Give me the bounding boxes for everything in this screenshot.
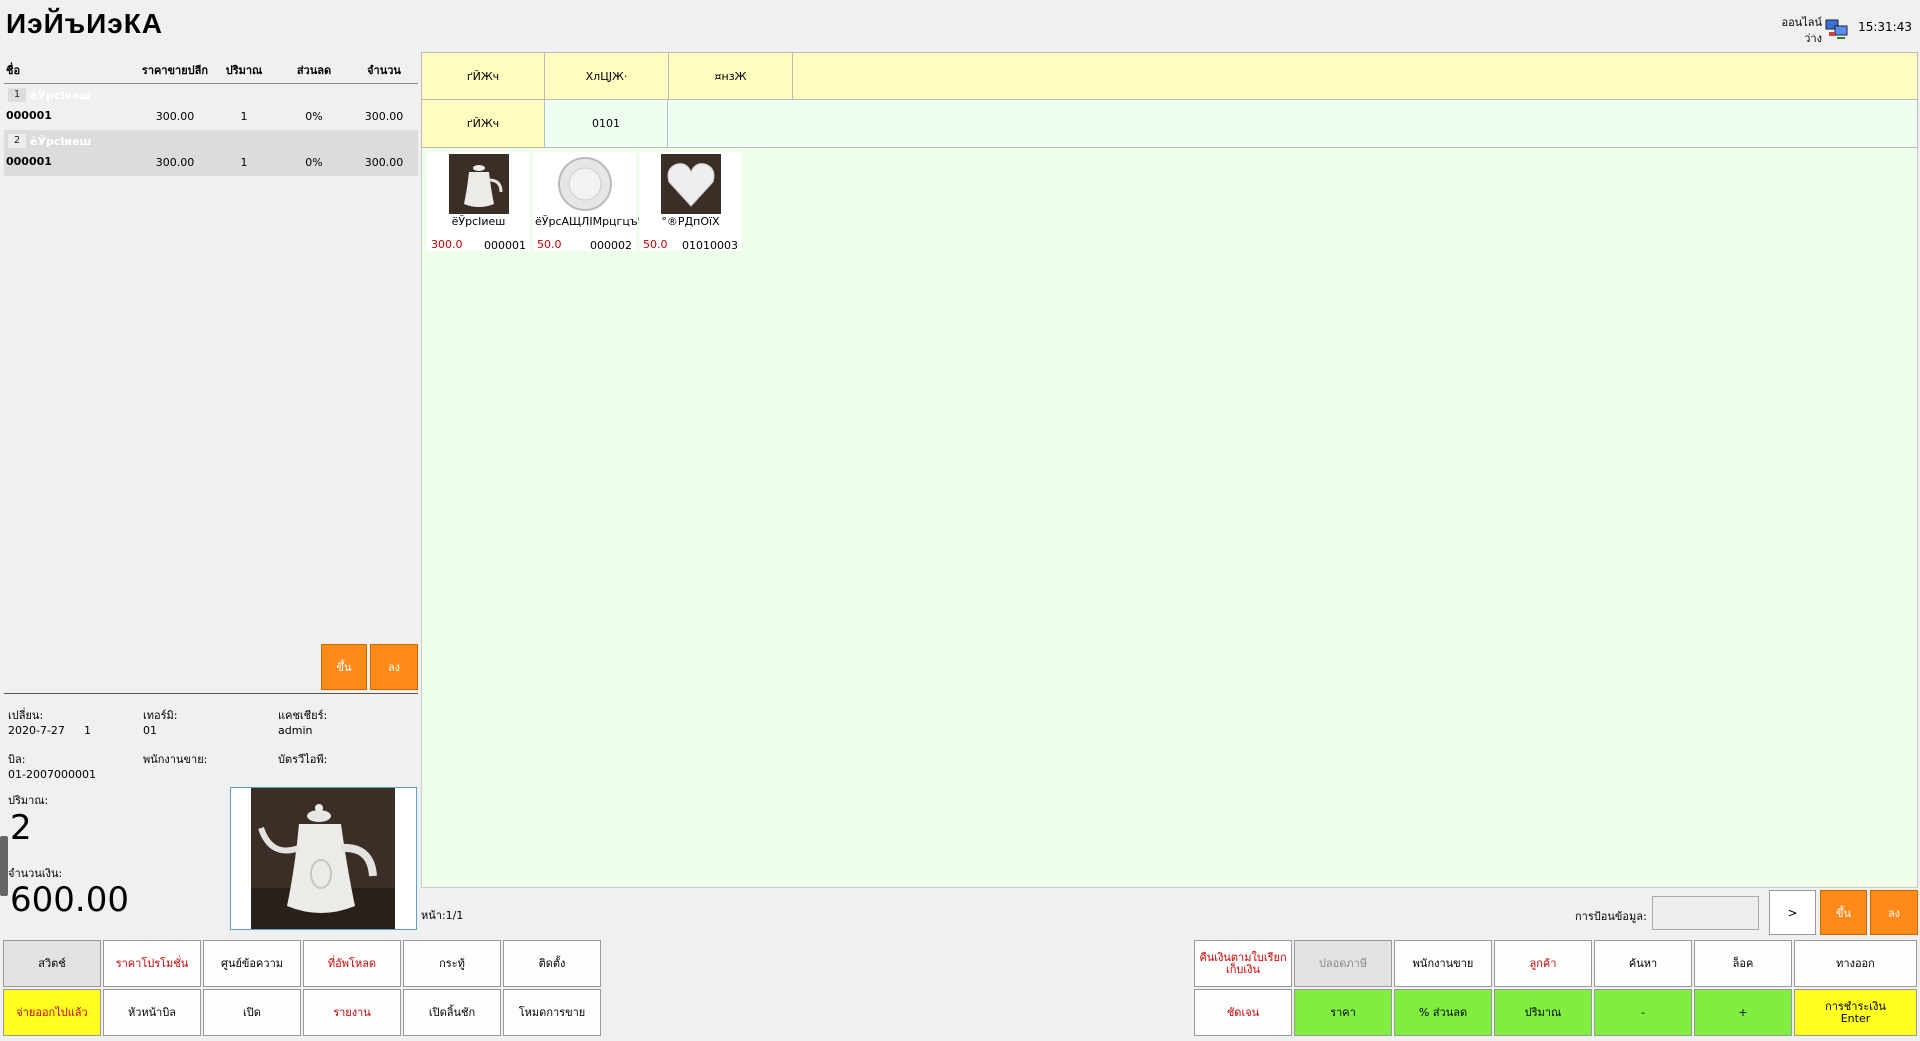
terminal-label: เทอร์มิ: <box>143 709 178 722</box>
quantity-total: 2 <box>10 808 32 848</box>
row-qty: 1 <box>240 110 248 123</box>
divider <box>4 693 418 694</box>
page-indicator: หน้า:1/1 <box>421 909 464 922</box>
product-name: °®РДпОїХ <box>661 215 720 228</box>
column-header-qty: ปริมาณ <box>225 64 263 77</box>
open-drawer-button[interactable]: เปิดลิ้นชัก <box>403 989 501 1036</box>
page-down-button[interactable]: ลง <box>1870 890 1918 935</box>
shift-date: 2020-7-27 <box>8 724 65 737</box>
subcategory-code[interactable]: 0101 <box>545 100 668 147</box>
row-item-code: 000001 <box>6 109 52 122</box>
row-index: 2 <box>8 134 26 148</box>
column-header-name: ชื่อ <box>6 64 21 77</box>
search-button[interactable]: ค้นหา <box>1594 940 1692 987</box>
customer-button[interactable]: ลูกค้า <box>1494 940 1592 987</box>
product-grid: ёЎрсІиеш 300.0 000001 ёЎрсАЩЛІМрцгцъЧУ 5… <box>421 148 1918 888</box>
subcategory-bar: ґЙЖч 0101 <box>421 100 1918 148</box>
product-price: 300.0 <box>431 238 463 251</box>
product-name: ёЎрсАЩЛІМрцгцъЧУ <box>535 215 652 228</box>
salesperson-button[interactable]: พนักงานขาย <box>1394 940 1492 987</box>
row-item-code: 000001 <box>6 155 52 168</box>
row-item-name: ёЎрсІиеш <box>30 89 92 102</box>
lock-button[interactable]: ล็อค <box>1694 940 1792 987</box>
row-discount: 0% <box>305 156 323 169</box>
clock: 15:31:43 <box>1858 20 1912 34</box>
shift-label: เปลี่ยน: <box>8 709 44 722</box>
pos-window: ИэЙъИэКА ออนไลน์ ว่าง 15:31:43 ชื่อ ราคา… <box>0 0 1920 1041</box>
bill-header-button[interactable]: หัวหน้าบิล <box>103 989 201 1036</box>
report-button[interactable]: รายงาน <box>303 989 401 1036</box>
column-header-total: จำนวน <box>367 64 401 77</box>
column-header-discount: ส่วนลด <box>296 64 332 77</box>
app-title: ИэЙъИэКА <box>6 8 164 39</box>
teapot-photo <box>251 788 395 929</box>
order-row[interactable]: 2 ёЎрсІиеш 000001 300.00 1 0% 300.00 <box>4 130 418 176</box>
category-tab[interactable]: ґЙЖч <box>422 53 545 99</box>
scroll-down-button[interactable]: ลง <box>370 644 418 690</box>
status-idle: ว่าง <box>1804 32 1822 45</box>
category-tab[interactable]: ¤нзЖ <box>669 53 793 99</box>
bill-label: บิล: <box>8 753 26 766</box>
subcategory-label[interactable]: ґЙЖч <box>422 100 545 147</box>
product-code: 01010003 <box>682 239 738 252</box>
increase-button[interactable]: + <box>1694 989 1792 1036</box>
cashier-value: admin <box>278 724 313 737</box>
product-card[interactable]: ёЎрсАЩЛІМрцгцъЧУ 50.0 000002 <box>533 152 652 252</box>
refund-by-bill-button[interactable]: คืนเงินตามใบเรียกเก็บเงิน <box>1194 940 1292 987</box>
data-input-field[interactable] <box>1652 896 1759 930</box>
side-drag-handle[interactable] <box>0 836 8 896</box>
paid-out-button[interactable]: จ่ายออกไปแล้ว <box>3 989 101 1036</box>
vip-card-label: บัตรวีไอพี: <box>278 753 328 766</box>
salesperson-label: พนักงานขาย: <box>143 753 208 766</box>
row-total: 300.00 <box>364 156 404 169</box>
amount-total: 600.00 <box>10 880 129 920</box>
sales-mode-button[interactable]: โหมดการขาย <box>503 989 601 1036</box>
product-price: 50.0 <box>537 238 562 251</box>
discount-button[interactable]: % ส่วนลด <box>1394 989 1492 1036</box>
price-button[interactable]: ราคา <box>1294 989 1392 1036</box>
order-table-header: ชื่อ ราคาขายปลีก ปริมาณ ส่วนลด จำนวน <box>4 54 418 84</box>
scroll-up-button[interactable]: ขึ้น <box>321 644 367 690</box>
switch-button[interactable]: สวิตช์ <box>3 940 101 987</box>
open-button[interactable]: เปิด <box>203 989 301 1036</box>
shift-number: 1 <box>84 724 91 737</box>
upload-button[interactable]: ที่อัพโหลด <box>303 940 401 987</box>
bill-value: 01-2007000001 <box>8 768 96 781</box>
page-up-button[interactable]: ขึ้น <box>1820 890 1867 935</box>
row-qty: 1 <box>240 156 248 169</box>
quantity-button[interactable]: ปริมาณ <box>1494 989 1592 1036</box>
payment-enter-button[interactable]: การชำระเงิน Enter <box>1794 989 1917 1036</box>
product-card[interactable]: °®РДпОїХ 50.0 01010003 <box>639 152 742 252</box>
plate-thumbnail <box>555 154 615 214</box>
selected-product-image-frame <box>230 787 417 930</box>
product-name: ёЎрсІиеш <box>451 215 506 228</box>
promotion-price-button[interactable]: ราคาโปรโมชั่น <box>103 940 201 987</box>
product-code: 000001 <box>484 239 526 252</box>
product-card[interactable]: ёЎрсІиеш 300.0 000001 <box>427 152 530 252</box>
message-center-button[interactable]: ศูนย์ข้อความ <box>203 940 301 987</box>
teapot-thumbnail <box>449 154 509 214</box>
clear-button[interactable]: ชัดเจน <box>1194 989 1292 1036</box>
exit-button[interactable]: ทางออก <box>1794 940 1917 987</box>
forum-button[interactable]: กระทู้ <box>403 940 501 987</box>
heart-plate-thumbnail <box>661 154 721 214</box>
network-icon <box>1825 19 1848 39</box>
category-bar: ґЙЖч ХлЦЈЖ· ¤нзЖ <box>421 52 1918 100</box>
product-price: 50.0 <box>643 238 668 251</box>
row-item-name: ёЎрсІиеш <box>30 135 92 148</box>
order-row[interactable]: 1 ёЎрсІиеш 000001 300.00 1 0% 300.00 <box>4 84 418 130</box>
next-page-button[interactable]: > <box>1769 890 1816 935</box>
cashier-label: แคชเชียร์: <box>278 709 328 722</box>
product-code: 000002 <box>590 239 632 252</box>
row-index: 1 <box>8 88 26 102</box>
row-discount: 0% <box>305 110 323 123</box>
decrease-button[interactable]: - <box>1594 989 1692 1036</box>
category-tab[interactable]: ХлЦЈЖ· <box>545 53 669 99</box>
tax-free-button[interactable]: ปลอดภาษี <box>1294 940 1392 987</box>
terminal-value: 01 <box>143 724 157 737</box>
quantity-label: ปริมาณ: <box>8 794 49 807</box>
install-button[interactable]: ติดตั้ง <box>503 940 601 987</box>
data-input-label: การป้อนข้อมูล: <box>1575 910 1647 923</box>
row-total: 300.00 <box>364 110 404 123</box>
